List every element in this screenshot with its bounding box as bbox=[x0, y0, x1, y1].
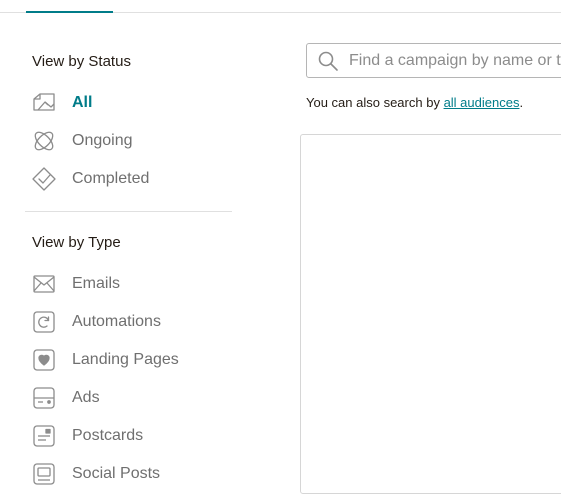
type-filter-automations-label: Automations bbox=[72, 313, 161, 330]
sidebar-divider bbox=[25, 211, 232, 212]
type-filter-landing-pages[interactable]: Landing Pages bbox=[30, 346, 230, 374]
type-filter-postcards[interactable]: Postcards bbox=[30, 422, 230, 450]
type-filter-ads[interactable]: Ads bbox=[30, 384, 230, 412]
all-audiences-link[interactable]: all audiences bbox=[444, 95, 520, 110]
ads-icon bbox=[30, 384, 58, 412]
status-section-heading: View by Status bbox=[32, 53, 131, 70]
type-filter-landing-pages-label: Landing Pages bbox=[72, 351, 179, 368]
search-icon bbox=[318, 51, 338, 71]
active-tab-indicator bbox=[26, 11, 113, 13]
social-post-icon bbox=[30, 460, 58, 488]
type-filter-automations[interactable]: Automations bbox=[30, 308, 230, 336]
type-filter-social-posts-label: Social Posts bbox=[72, 465, 161, 482]
status-filter-ongoing-label: Ongoing bbox=[72, 132, 133, 149]
campaign-search-box[interactable] bbox=[306, 43, 561, 78]
status-filter-completed-label: Completed bbox=[72, 170, 150, 187]
search-hint-text: You can also search by bbox=[306, 95, 444, 110]
completed-icon bbox=[30, 165, 58, 193]
postcard-icon bbox=[30, 422, 58, 450]
type-filter-ads-label: Ads bbox=[72, 389, 100, 406]
status-filter-all-label: All bbox=[72, 94, 93, 111]
type-filter-emails[interactable]: Emails bbox=[30, 270, 230, 298]
campaign-search-input[interactable] bbox=[349, 51, 561, 70]
status-filter-all[interactable]: All bbox=[30, 89, 230, 117]
search-hint-period: . bbox=[519, 95, 524, 110]
all-campaigns-icon bbox=[30, 89, 58, 117]
status-filter-completed[interactable]: Completed bbox=[30, 165, 230, 193]
ongoing-icon bbox=[30, 127, 58, 155]
campaign-results-panel bbox=[300, 134, 561, 494]
type-section-heading: View by Type bbox=[32, 234, 121, 251]
search-hint: You can also search by all audiences. bbox=[306, 95, 523, 110]
type-filter-emails-label: Emails bbox=[72, 275, 121, 292]
landing-page-icon bbox=[30, 346, 58, 374]
automation-icon bbox=[30, 308, 58, 336]
type-filter-postcards-label: Postcards bbox=[72, 427, 144, 444]
status-filter-ongoing[interactable]: Ongoing bbox=[30, 127, 230, 155]
type-filter-social-posts[interactable]: Social Posts bbox=[30, 460, 230, 488]
email-icon bbox=[30, 270, 58, 298]
